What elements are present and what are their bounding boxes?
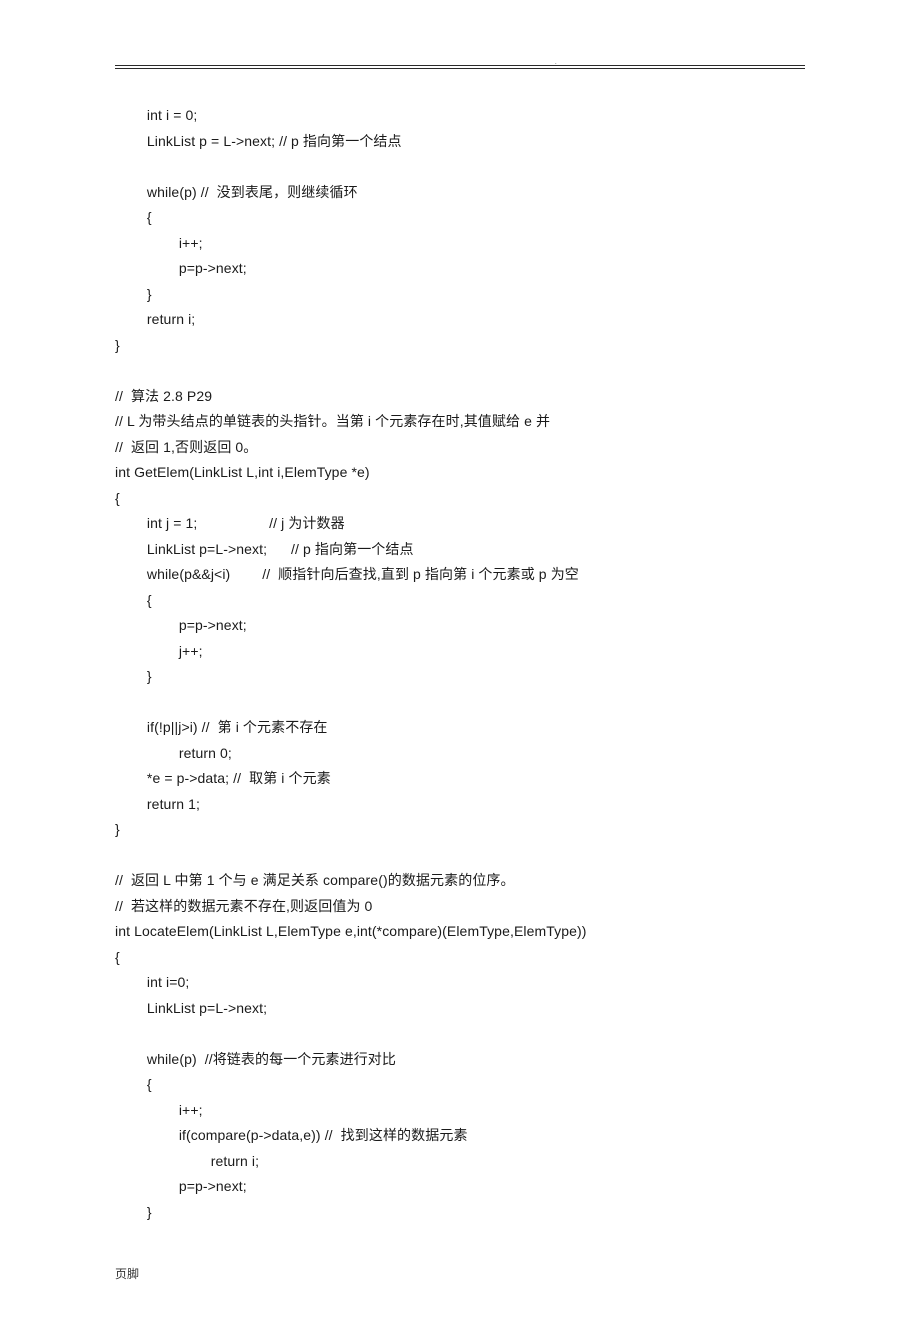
header-rule xyxy=(115,65,805,69)
page-footer: 页脚 xyxy=(115,1265,805,1282)
code-block: int i = 0; LinkList p = L->next; // p 指向… xyxy=(115,103,805,1225)
header-mark: . xyxy=(555,60,557,66)
document-page: . int i = 0; LinkList p = L->next; // p … xyxy=(0,0,920,1322)
